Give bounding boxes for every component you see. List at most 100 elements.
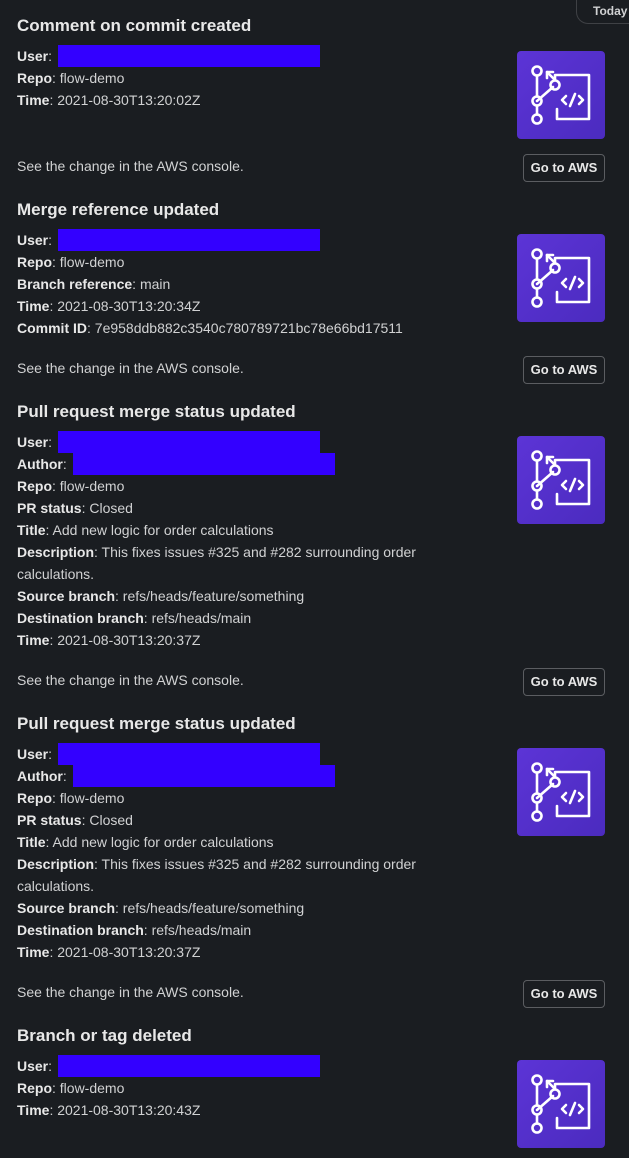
go-to-aws-button[interactable]: Go to AWS	[523, 668, 605, 696]
console-hint: See the change in the AWS console.	[17, 984, 244, 1000]
codecommit-glyph-icon	[531, 65, 591, 125]
codecommit-logo-icon	[517, 748, 605, 836]
field-value: : 2021-08-30T13:20:37Z	[49, 944, 201, 960]
notification-message: Comment on commit created User: Repo: fl…	[17, 15, 617, 182]
field-key: Time	[17, 1102, 50, 1118]
field-key: User	[17, 434, 49, 450]
field-user: User:	[17, 1055, 447, 1077]
redacted-author	[72, 453, 335, 475]
field-source-branch: Source branch: refs/heads/feature/someth…	[17, 585, 447, 607]
message-title: Pull request merge status updated	[17, 714, 296, 733]
redacted-user	[57, 1055, 320, 1077]
field-value: : refs/heads/main	[143, 922, 252, 938]
field-value: : flow-demo	[52, 1080, 125, 1096]
field-key: PR status	[17, 500, 82, 516]
field-key: Time	[17, 944, 50, 960]
field-value: : 2021-08-30T13:20:02Z	[49, 92, 201, 108]
field-repo: Repo: flow-demo	[17, 1077, 447, 1099]
field-key: Title	[17, 834, 46, 850]
field-description: Description: This fixes issues #325 and …	[17, 541, 447, 585]
field-value: : Closed	[81, 812, 133, 828]
go-to-aws-button[interactable]: Go to AWS	[523, 356, 605, 384]
field-key: Destination branch	[17, 922, 144, 938]
field-repo: Repo: flow-demo	[17, 67, 447, 89]
field-key: Title	[17, 522, 46, 538]
notification-message: Pull request merge status updated User: …	[17, 401, 617, 696]
field-value: : main	[132, 276, 171, 292]
codecommit-glyph-icon	[531, 450, 591, 510]
field-key: Source branch	[17, 588, 116, 604]
field-user: User:	[17, 45, 447, 67]
codecommit-glyph-icon	[531, 248, 591, 308]
field-value: : Add new logic for order calculations	[45, 522, 274, 538]
codecommit-glyph-icon	[531, 762, 591, 822]
field-key: User	[17, 232, 49, 248]
go-to-aws-button[interactable]: Go to AWS	[523, 980, 605, 1008]
message-title: Pull request merge status updated	[17, 402, 296, 421]
field-key: Repo	[17, 254, 52, 270]
redacted-user	[57, 743, 320, 765]
redacted-user	[57, 229, 320, 251]
field-key: Author	[17, 768, 63, 784]
notification-message: Pull request merge status updated User: …	[17, 713, 617, 1008]
field-repo: Repo: flow-demo	[17, 475, 447, 497]
field-key: Branch reference	[17, 276, 133, 292]
field-value: : flow-demo	[52, 478, 125, 494]
field-repo: Repo: flow-demo	[17, 787, 447, 809]
message-title: Branch or tag deleted	[17, 1026, 192, 1045]
field-value: : flow-demo	[52, 790, 125, 806]
field-key: PR status	[17, 812, 82, 828]
message-fields: User: Repo: flow-demo Time: 2021-08-30T1…	[17, 1055, 447, 1121]
message-title: Comment on commit created	[17, 16, 252, 35]
field-value: : flow-demo	[52, 70, 125, 86]
field-key: Description	[17, 544, 95, 560]
field-key: User	[17, 48, 49, 64]
field-time: Time: 2021-08-30T13:20:02Z	[17, 89, 447, 111]
field-author: Author:	[17, 765, 447, 787]
redacted-author	[72, 765, 335, 787]
field-value: : refs/heads/feature/something	[115, 900, 305, 916]
field-destination-branch: Destination branch: refs/heads/main	[17, 919, 447, 941]
field-key: User	[17, 746, 49, 762]
field-title: Title: Add new logic for order calculati…	[17, 519, 447, 541]
field-value: : Add new logic for order calculations	[45, 834, 274, 850]
console-hint: See the change in the AWS console.	[17, 158, 244, 174]
field-key: Destination branch	[17, 610, 144, 626]
notification-message: Merge reference updated User: Repo: flow…	[17, 199, 617, 384]
message-fields: User: Repo: flow-demo Branch reference: …	[17, 229, 447, 339]
field-repo: Repo: flow-demo	[17, 251, 447, 273]
field-value: : flow-demo	[52, 254, 125, 270]
field-key: Time	[17, 632, 50, 648]
field-value: : 2021-08-30T13:20:34Z	[49, 298, 201, 314]
field-author: Author:	[17, 453, 447, 475]
field-user: User:	[17, 743, 447, 765]
field-pr-status: PR status: Closed	[17, 809, 447, 831]
field-key: Repo	[17, 1080, 52, 1096]
codecommit-logo-icon	[517, 1060, 605, 1148]
codecommit-logo-icon	[517, 234, 605, 322]
field-time: Time: 2021-08-30T13:20:37Z	[17, 629, 447, 651]
field-time: Time: 2021-08-30T13:20:34Z	[17, 295, 447, 317]
field-key: User	[17, 1058, 49, 1074]
console-hint: See the change in the AWS console.	[17, 360, 244, 376]
go-to-aws-button[interactable]: Go to AWS	[523, 154, 605, 182]
field-commit-id: Commit ID: 7e958ddb882c3540c780789721bc7…	[17, 317, 477, 339]
field-title: Title: Add new logic for order calculati…	[17, 831, 447, 853]
field-value: : 2021-08-30T13:20:43Z	[49, 1102, 201, 1118]
field-description: Description: This fixes issues #325 and …	[17, 853, 447, 897]
notification-message: Branch or tag deleted User: Repo: flow-d…	[17, 1025, 617, 1148]
codecommit-logo-icon	[517, 51, 605, 139]
field-key: Description	[17, 856, 95, 872]
field-key: Repo	[17, 790, 52, 806]
message-title: Merge reference updated	[17, 200, 220, 219]
field-value: : 2021-08-30T13:20:37Z	[49, 632, 201, 648]
field-branch-reference: Branch reference: main	[17, 273, 447, 295]
field-key: Repo	[17, 478, 52, 494]
field-destination-branch: Destination branch: refs/heads/main	[17, 607, 447, 629]
field-user: User:	[17, 431, 447, 453]
message-fields: User: Author: Repo: flow-demo PR status:…	[17, 431, 447, 651]
codecommit-glyph-icon	[531, 1074, 591, 1134]
message-fields: User: Author: Repo: flow-demo PR status:…	[17, 743, 447, 963]
field-value: : refs/heads/main	[143, 610, 252, 626]
field-source-branch: Source branch: refs/heads/feature/someth…	[17, 897, 447, 919]
